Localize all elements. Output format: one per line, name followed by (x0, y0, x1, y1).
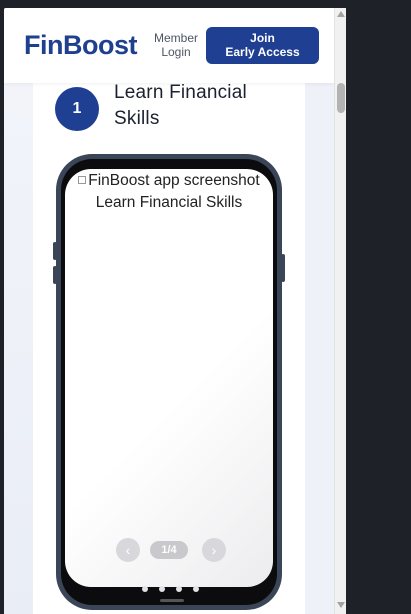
join-button-line1: Join (250, 31, 275, 45)
step-title: Learn Financial Skills (114, 82, 247, 129)
scrollbar-thumb[interactable] (337, 83, 345, 113)
page-viewport: FinBoost Member Login Join Early Access … (4, 8, 334, 614)
carousel-dot[interactable] (193, 586, 199, 592)
chevron-right-icon: › (211, 542, 217, 558)
join-early-access-button[interactable]: Join Early Access (206, 27, 319, 64)
site-header: FinBoost Member Login Join Early Access (4, 8, 334, 83)
carousel-dot[interactable] (159, 586, 165, 592)
carousel-counter: 1/4 (150, 541, 188, 559)
carousel-dots (142, 579, 210, 592)
image-alt-line1: FinBoost app screenshot (62, 170, 276, 192)
phone-bezel (61, 159, 277, 605)
scroll-down-icon[interactable] (337, 602, 345, 608)
image-alt-text-2: Learn Financial Skills (95, 194, 243, 211)
member-login-line1: Member (153, 31, 198, 45)
scroll-up-icon[interactable] (337, 11, 345, 17)
phone-screen (65, 169, 273, 587)
member-login-line2: Login (161, 45, 191, 59)
browser-frame: FinBoost Member Login Join Early Access … (0, 0, 411, 614)
carousel-dot[interactable] (176, 586, 182, 592)
carousel-prev-button[interactable]: ‹ (116, 538, 140, 562)
chevron-left-icon: ‹ (125, 542, 131, 558)
image-alt-text-1: FinBoost app screenshot (88, 172, 260, 189)
join-button-line2: Early Access (225, 45, 300, 59)
phone-home-indicator (160, 599, 184, 602)
finboost-logo[interactable]: FinBoost (24, 30, 137, 61)
step-number-badge: 1 (55, 87, 99, 131)
broken-image-icon (78, 176, 87, 184)
member-login-link[interactable]: Member Login (152, 31, 200, 59)
app-screenshot-image: FinBoost app screenshot Learn Financial … (62, 170, 276, 214)
carousel-dot[interactable] (142, 586, 148, 592)
vertical-scrollbar[interactable] (334, 8, 346, 614)
carousel-next-button[interactable]: › (202, 538, 226, 562)
background-panel (4, 83, 33, 614)
